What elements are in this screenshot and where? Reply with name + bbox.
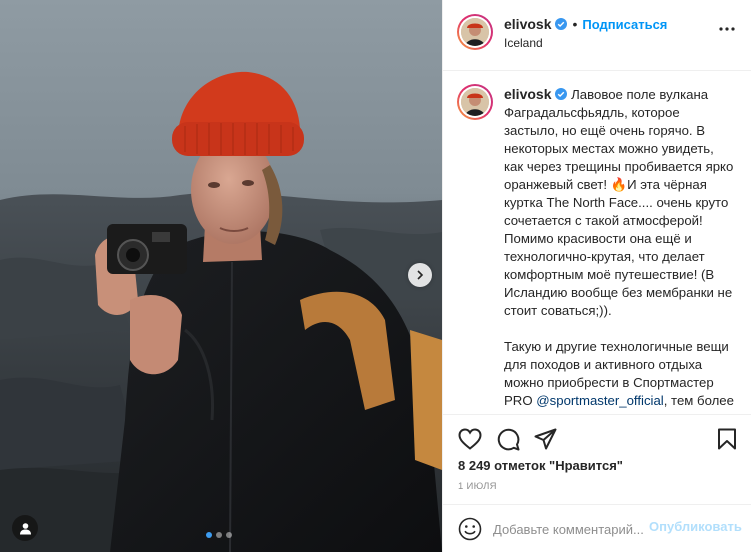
post-caption: elivosk Лавовое поле вулкана Фаградальсф… [504,85,736,414]
verified-badge-icon [555,18,568,30]
comment-input[interactable] [493,519,643,539]
carousel-dot [226,532,232,538]
separator-dot: • [572,16,578,32]
user-tag-icon [19,522,31,534]
caption-text: Лавовое поле вулкана Фаградальсфьядль, к… [504,87,734,408]
more-options-icon[interactable] [718,26,736,32]
carousel-dot-active [206,532,212,538]
carousel-indicator [206,532,232,538]
emoji-icon[interactable] [458,517,482,541]
avatar-photo [461,18,489,46]
caption-avatar[interactable] [457,84,493,120]
comment-icon[interactable] [497,428,520,451]
avatar[interactable] [457,14,493,50]
bookmark-icon[interactable] [717,428,737,450]
likes-count[interactable]: 8 249 отметок "Нравится" [458,458,623,473]
add-comment-form: Опубликовать [443,504,751,552]
carousel-dot [216,532,222,538]
next-slide-button[interactable] [408,263,432,287]
chevron-right-icon [417,270,424,280]
heart-icon[interactable] [458,428,482,450]
publish-button[interactable]: Опубликовать [649,519,742,534]
follow-button[interactable]: Подписаться [582,17,667,32]
comments-section[interactable]: elivosk Лавовое поле вулкана Фаградальсф… [443,72,751,414]
share-icon[interactable] [534,428,557,450]
caption-username[interactable]: elivosk [504,86,551,102]
username-link[interactable]: elivosk [504,16,551,32]
post-header: elivosk • Подписаться Iceland [443,0,751,71]
instagram-post: elivosk • Подписаться Iceland elivosk Ла… [0,0,751,552]
mention-link[interactable]: @sportmaster_official [536,393,663,408]
verified-badge-icon [555,88,568,100]
header-user-line: elivosk • Подписаться [504,16,667,32]
avatar-photo [461,88,489,116]
post-actions: 8 249 отметок "Нравится" 1 ИЮЛЯ [443,414,751,504]
post-side-panel: elivosk • Подписаться Iceland elivosk Ла… [442,0,751,552]
post-photo [0,0,442,552]
tagged-users-button[interactable] [12,515,38,541]
post-media[interactable] [0,0,442,552]
location-link[interactable]: Iceland [504,36,543,50]
post-date[interactable]: 1 ИЮЛЯ [458,481,497,492]
